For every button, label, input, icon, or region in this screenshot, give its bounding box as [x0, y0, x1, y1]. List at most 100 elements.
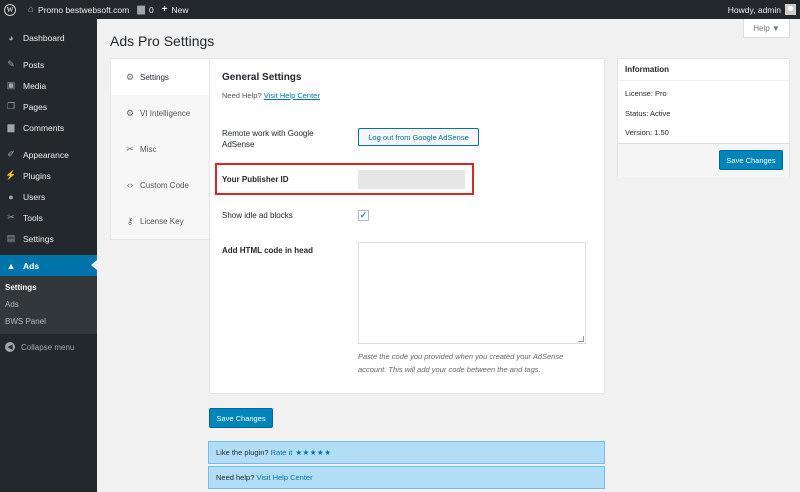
key-icon: ⚷ — [126, 215, 134, 226]
remote-label-line-1: Remote work with Google — [222, 129, 314, 138]
logout-adsense-button[interactable]: Log out from Google AdSense — [358, 128, 479, 146]
submenu-item-ads[interactable]: Ads — [0, 296, 97, 313]
tab-settings[interactable]: ⚙ Settings — [111, 59, 210, 95]
like-text: Like the plugin? — [216, 448, 269, 457]
comment-icon: ▆ — [137, 4, 145, 15]
sidebar-item-settings[interactable]: ▤ Settings — [0, 228, 97, 249]
sidebar-item-tools[interactable]: ✂ Tools — [0, 207, 97, 228]
status-info: Status: Active — [625, 109, 671, 118]
plugin-icon: ⚡ — [5, 170, 17, 180]
sidebar-item-label: Pages — [23, 101, 48, 112]
tab-vi-intelligence[interactable]: ⚙ VI Intelligence — [111, 95, 209, 131]
ads-submenu: Settings Ads BWS Panel — [0, 276, 97, 334]
new-label: New — [171, 4, 189, 15]
sidebar-item-label: Ads — [23, 260, 40, 271]
settings-icon: ▤ — [6, 233, 16, 243]
remote-work-label: Remote work with Google AdSense — [222, 128, 314, 150]
avatar — [785, 4, 796, 15]
idle-ad-blocks-checkbox[interactable]: ✓ — [358, 210, 369, 221]
sidebar-item-label: Tools — [23, 212, 43, 223]
account-menu[interactable]: Howdy, admin — [728, 4, 800, 15]
need-help-notice: Need help? Visit Help Center — [208, 466, 605, 489]
help-tab-button[interactable]: Help ▼ — [743, 19, 790, 38]
new-content-link[interactable]: + New — [162, 4, 189, 15]
sidebar-item-label: Plugins — [23, 170, 51, 181]
section-heading: General Settings — [222, 72, 302, 83]
information-box: Information License: Pro Status: Active … — [617, 58, 790, 177]
sidebar-item-label: Posts — [23, 59, 45, 70]
code-icon: ‹› — [127, 180, 133, 190]
tab-misc[interactable]: ✂ Misc — [111, 131, 209, 167]
sidebar-item-ads[interactable]: ▲ Ads — [0, 255, 97, 276]
sidebar-item-dashboard[interactable]: ◕ Dashboard — [0, 27, 97, 48]
tab-license-key[interactable]: ⚷ License Key — [111, 203, 209, 239]
wrench-icon: ✂ — [126, 143, 134, 154]
collapse-arrow-icon: ◀ — [5, 342, 15, 352]
help-center-link[interactable]: Visit Help Center — [264, 91, 320, 100]
sidebar-item-label: Users — [23, 191, 46, 202]
media-icon: ▣ — [6, 80, 16, 90]
description-line-1: Paste the code you provided when you cre… — [358, 352, 564, 361]
sidebar-item-label: Appearance — [23, 149, 69, 160]
brush-icon: ✐ — [7, 149, 15, 159]
users-icon: ● — [8, 191, 14, 202]
site-name-link[interactable]: ⌂ Promo bestwebsoft.com — [28, 4, 129, 15]
home-icon: ⌂ — [28, 4, 35, 15]
sidebar-item-appearance[interactable]: ✐ Appearance — [0, 144, 97, 165]
pin-icon: ✎ — [7, 59, 15, 69]
collapse-label: Collapse menu — [21, 342, 75, 352]
tab-label: Misc — [140, 144, 157, 154]
submenu-item-bws-panel[interactable]: BWS Panel — [0, 313, 97, 330]
license-info: License: Pro — [625, 89, 667, 98]
admin-sidebar: ◕ Dashboard ✎ Posts ▣ Media ❐ Pages ▆ Comment… — [0, 19, 97, 492]
tab-label: Custom Code — [140, 180, 189, 190]
sidebar-item-media[interactable]: ▣ Media — [0, 75, 97, 96]
sidebar-item-plugins[interactable]: ⚡ Plugins — [0, 165, 97, 186]
idle-ad-blocks-label: Show idle ad blocks — [222, 211, 293, 220]
save-changes-button[interactable]: Save Changes — [209, 408, 273, 428]
wrench-icon: ✂ — [7, 212, 15, 222]
html-code-description: Paste the code you provided when you cre… — [358, 350, 593, 376]
info-save-changes-button[interactable]: Save Changes — [719, 150, 783, 170]
tab-label: Settings — [140, 72, 169, 82]
wordpress-logo-icon[interactable]: W — [0, 0, 20, 19]
dashboard-icon: ◕ — [8, 32, 14, 43]
gear-icon: ⚙ — [125, 107, 135, 118]
rating-stars-icon[interactable]: ★★★★★ — [295, 448, 331, 457]
html-code-textarea[interactable] — [358, 242, 586, 344]
page-title: Ads Pro Settings — [110, 33, 215, 49]
comments-link[interactable]: ▆ 0 — [137, 4, 153, 15]
need-help-text: Need Help? — [222, 91, 262, 100]
tab-custom-code[interactable]: ‹› Custom Code — [111, 167, 209, 203]
sidebar-item-label: Comments — [23, 122, 65, 133]
tab-label: License Key — [140, 216, 184, 226]
sidebar-item-label: Dashboard — [23, 32, 65, 43]
comments-icon: ▆ — [7, 122, 15, 132]
submenu-item-settings[interactable]: Settings — [0, 279, 97, 296]
sidebar-item-label: Settings — [23, 233, 54, 244]
settings-tabs: ⚙ Settings ⚙ VI Intelligence ✂ Misc ‹› Custo… — [110, 58, 210, 240]
sidebar-item-comments[interactable]: ▆ Comments — [0, 117, 97, 138]
visit-help-center-link[interactable]: Visit Help Center — [256, 473, 312, 482]
collapse-menu-button[interactable]: ◀ Collapse menu — [0, 337, 97, 357]
rate-plugin-notice: Like the plugin? Rate it ★★★★★ — [208, 441, 605, 464]
sidebar-item-label: Media — [23, 80, 47, 91]
rate-it-link[interactable]: Rate it — [271, 448, 293, 457]
site-name: Promo bestwebsoft.com — [38, 4, 130, 15]
gear-icon: ⚙ — [125, 71, 135, 82]
sidebar-item-posts[interactable]: ✎ Posts — [0, 54, 97, 75]
sidebar-item-pages[interactable]: ❐ Pages — [0, 96, 97, 117]
howdy-text: Howdy, admin — [727, 4, 781, 15]
pages-icon: ❐ — [6, 101, 16, 111]
ads-icon: ▲ — [6, 260, 16, 271]
information-footer: Save Changes — [618, 143, 789, 177]
sidebar-item-users[interactable]: ● Users — [0, 186, 97, 207]
publisher-id-input[interactable] — [358, 170, 465, 189]
remote-label-line-2: AdSense — [222, 140, 255, 149]
publisher-id-label: Your Publisher ID — [222, 175, 289, 184]
version-info: Version: 1.50 — [625, 128, 669, 137]
comments-count: 0 — [148, 4, 154, 15]
tab-label: VI Intelligence — [140, 108, 191, 118]
description-line-2: account. This will add your code between… — [358, 365, 541, 374]
need-help-line: Need Help? Visit Help Center — [222, 91, 320, 100]
